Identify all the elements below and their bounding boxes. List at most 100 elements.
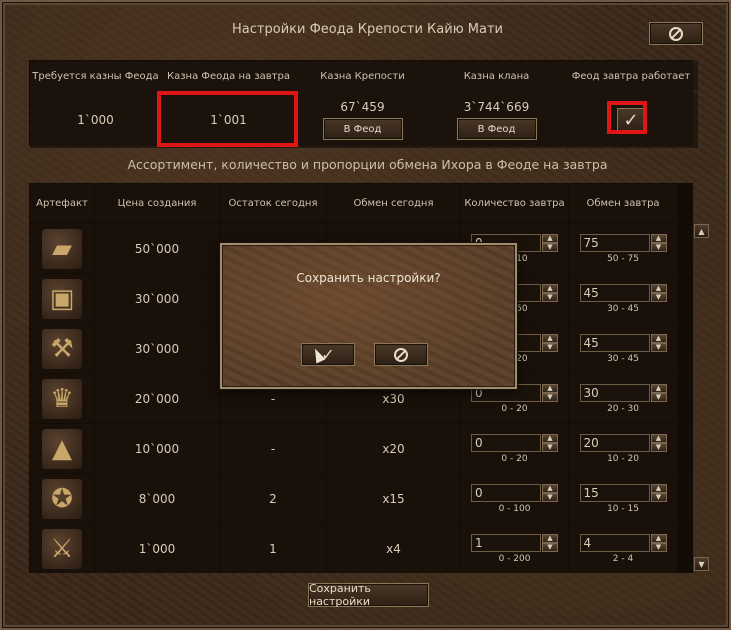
creation-price: 8`000 xyxy=(95,474,219,523)
qty-stepper: 0 ▲ ▼ 0 - 100 xyxy=(471,483,558,514)
header-required-treasury: Требуется казны Феода xyxy=(30,61,161,91)
qty-input[interactable]: 1 xyxy=(471,533,541,552)
rate-stepper: 30 ▲ ▼ 20 - 30 xyxy=(579,383,667,414)
close-button[interactable] xyxy=(649,22,703,45)
rate-input[interactable]: 15 xyxy=(579,483,650,502)
rate-increment-button[interactable]: ▲ xyxy=(650,333,667,343)
rate-range: 50 - 75 xyxy=(607,253,639,264)
qty-decrement-button[interactable]: ▼ xyxy=(542,442,558,452)
qty-increment-button[interactable]: ▲ xyxy=(542,433,558,443)
chest-icon[interactable]: ▰ xyxy=(42,228,82,269)
artifact-cell: ▲ xyxy=(30,424,94,473)
qty-increment-button[interactable]: ▲ xyxy=(542,533,558,543)
qty-stepper-buttons: ▲ ▼ xyxy=(542,333,558,352)
qty-decrement-button[interactable]: ▼ xyxy=(542,492,558,502)
scroll-up-button[interactable]: ▲ xyxy=(694,224,709,238)
qty-increment-button[interactable]: ▲ xyxy=(542,483,558,493)
qty-decrement-button[interactable]: ▼ xyxy=(542,292,558,302)
rate-input[interactable]: 45 xyxy=(579,283,650,302)
rate-decrement-button[interactable]: ▼ xyxy=(650,492,667,502)
qty-range: 0 - 100 xyxy=(498,503,531,514)
left-today: - xyxy=(220,424,326,473)
qty-stepper-buttons: ▲ ▼ xyxy=(542,383,558,402)
qty-stepper-buttons: ▲ ▼ xyxy=(542,433,558,452)
rate-range: 30 - 45 xyxy=(607,353,639,364)
rate-tomorrow-cell: 30 ▲ ▼ 20 - 30 xyxy=(569,374,677,423)
qty-decrement-button[interactable]: ▼ xyxy=(542,392,558,402)
qty-input[interactable]: 0 xyxy=(471,483,541,502)
rate-stepper-buttons: ▲ ▼ xyxy=(650,283,667,302)
artifact-cell: ✪ xyxy=(30,474,94,523)
header-clan-treasury: Казна клана xyxy=(430,61,563,91)
qty-tomorrow-cell: 0 ▲ ▼ 0 - 20 xyxy=(461,424,568,473)
header-exchange-tomorrow: Обмен завтра xyxy=(569,184,677,223)
qty-stepper-buttons: ▲ ▼ xyxy=(542,233,558,252)
hammer-icon[interactable]: ⚔ xyxy=(42,528,82,569)
save-settings-button[interactable]: Сохранить настройки xyxy=(308,582,429,608)
pyramid-icon[interactable]: ▲ xyxy=(42,428,82,469)
anvil-icon[interactable]: ⚒ xyxy=(42,328,82,369)
rate-increment-button[interactable]: ▲ xyxy=(650,533,667,543)
qty-decrement-button[interactable]: ▼ xyxy=(542,542,558,552)
crown-icon[interactable]: ♛ xyxy=(42,378,82,419)
rate-decrement-button[interactable]: ▼ xyxy=(650,442,667,452)
qty-input[interactable]: 0 xyxy=(471,433,541,452)
rate-input[interactable]: 4 xyxy=(579,533,650,552)
fortress-to-feod-button[interactable]: В Феод xyxy=(322,118,403,140)
medallion-icon[interactable]: ✪ xyxy=(42,478,82,519)
rate-increment-button[interactable]: ▲ xyxy=(650,433,667,443)
qty-stepper-row: 1 ▲ ▼ xyxy=(471,533,558,552)
artifact-cell: ♛ xyxy=(30,374,94,423)
header-artifact: Артефакт xyxy=(30,184,94,223)
qty-increment-button[interactable]: ▲ xyxy=(542,233,558,243)
treasure-chest-icon[interactable]: ▣ xyxy=(42,278,82,319)
rate-decrement-button[interactable]: ▼ xyxy=(650,392,667,402)
left-today: 2 xyxy=(220,474,326,523)
rate-decrement-button[interactable]: ▼ xyxy=(650,242,667,252)
rate-stepper-buttons: ▲ ▼ xyxy=(650,533,667,552)
cancel-icon xyxy=(394,347,408,362)
rate-increment-button[interactable]: ▲ xyxy=(650,283,667,293)
exchange-today: x15 xyxy=(327,474,460,523)
qty-decrement-button[interactable]: ▼ xyxy=(542,342,558,352)
rate-stepper: 20 ▲ ▼ 10 - 20 xyxy=(579,433,667,464)
scroll-down-button[interactable]: ▼ xyxy=(694,557,709,571)
dialog-cancel-button[interactable] xyxy=(374,343,428,366)
qty-decrement-button[interactable]: ▼ xyxy=(542,242,558,252)
qty-stepper: 0 ▲ ▼ 0 - 20 xyxy=(471,433,558,464)
qty-stepper-buttons: ▲ ▼ xyxy=(542,283,558,302)
qty-increment-button[interactable]: ▲ xyxy=(542,283,558,293)
rate-decrement-button[interactable]: ▼ xyxy=(650,342,667,352)
artifact-cell: ▰ xyxy=(30,224,94,273)
rate-increment-button[interactable]: ▲ xyxy=(650,233,667,243)
header-creation-price: Цена создания xyxy=(95,184,219,223)
qty-tomorrow-cell: 0 ▲ ▼ 0 - 100 xyxy=(461,474,568,523)
qty-increment-button[interactable]: ▲ xyxy=(542,383,558,393)
rate-stepper-row: 75 ▲ ▼ xyxy=(579,233,667,252)
rate-input[interactable]: 45 xyxy=(579,333,650,352)
rate-increment-button[interactable]: ▲ xyxy=(650,383,667,393)
clan-treasury-cell: 3`744`669 В Феод xyxy=(430,92,563,148)
exchange-today: x20 xyxy=(327,424,460,473)
rate-stepper: 75 ▲ ▼ 50 - 75 xyxy=(579,233,667,264)
qty-range: 0 - 200 xyxy=(498,553,531,564)
rate-decrement-button[interactable]: ▼ xyxy=(650,542,667,552)
qty-increment-button[interactable]: ▲ xyxy=(542,333,558,343)
rate-input[interactable]: 20 xyxy=(579,433,650,452)
rate-decrement-button[interactable]: ▼ xyxy=(650,292,667,302)
rate-stepper-row: 45 ▲ ▼ xyxy=(579,333,667,352)
header-qty-tomorrow: Количество завтра xyxy=(461,184,568,223)
treasury-table: Требуется казны Феода Казна Феода на зав… xyxy=(29,60,698,148)
feod-settings-window: Настройки Феода Крепости Кайю Мати Требу… xyxy=(0,0,731,630)
dialog-confirm-button[interactable]: ✓ xyxy=(301,343,355,366)
rate-input[interactable]: 75 xyxy=(579,233,650,252)
rate-tomorrow-cell: 75 ▲ ▼ 50 - 75 xyxy=(569,224,677,273)
qty-stepper-buttons: ▲ ▼ xyxy=(542,483,558,502)
clan-to-feod-button[interactable]: В Феод xyxy=(456,118,537,140)
rate-stepper-row: 4 ▲ ▼ xyxy=(579,533,667,552)
rate-increment-button[interactable]: ▲ xyxy=(650,483,667,493)
header-tomorrow-treasury: Казна Феода на завтра xyxy=(162,61,295,91)
fortress-treasury-value: 67`459 xyxy=(340,100,385,114)
rate-input[interactable]: 30 xyxy=(579,383,650,402)
creation-price: 1`000 xyxy=(95,524,219,573)
